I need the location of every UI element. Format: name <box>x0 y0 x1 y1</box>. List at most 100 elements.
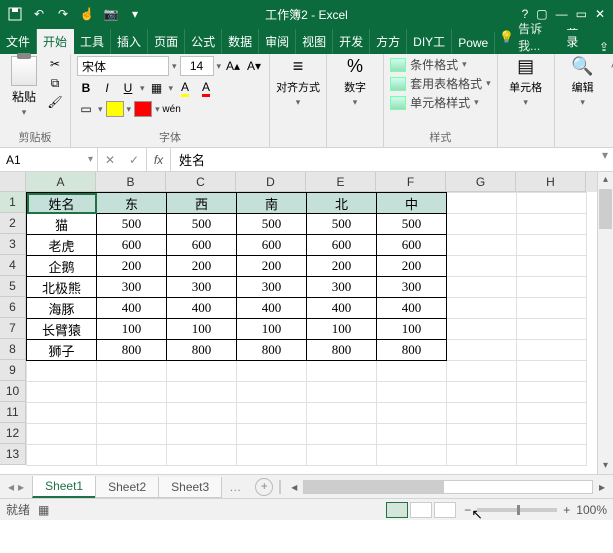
borders-icon[interactable]: ▭ <box>77 100 95 118</box>
cut-icon[interactable]: ✂ <box>46 56 64 72</box>
help-icon[interactable]: ? <box>522 7 529 21</box>
italic-button[interactable]: I <box>98 79 116 97</box>
number-dropdown[interactable]: % 数字 ▾ <box>333 56 377 108</box>
col-header-A[interactable]: A <box>26 172 96 192</box>
scroll-up-icon[interactable]: ▴ <box>598 172 613 188</box>
grow-font-icon[interactable]: A▴ <box>224 57 242 75</box>
cell[interactable] <box>517 445 587 466</box>
cell[interactable]: 海豚 <box>27 298 97 319</box>
cell[interactable]: 600 <box>167 235 237 256</box>
maximize-icon[interactable]: ▭ <box>576 7 587 21</box>
row-header-12[interactable]: 12 <box>0 423 26 444</box>
cell[interactable] <box>307 403 377 424</box>
cell[interactable] <box>27 382 97 403</box>
close-icon[interactable]: ✕ <box>595 7 605 21</box>
macro-record-icon[interactable]: ▦ <box>38 503 49 517</box>
cell[interactable] <box>167 382 237 403</box>
border-button[interactable]: ▦ <box>148 79 166 97</box>
cell[interactable]: 500 <box>377 214 447 235</box>
row-header-7[interactable]: 7 <box>0 318 26 339</box>
paste-button[interactable]: 粘贴 ▾ <box>6 56 42 118</box>
cell[interactable] <box>97 424 167 445</box>
cell[interactable]: 800 <box>97 340 167 361</box>
row-header-6[interactable]: 6 <box>0 297 26 318</box>
col-header-G[interactable]: G <box>446 172 516 192</box>
row-headers[interactable]: 12345678910111213 <box>0 192 26 465</box>
cell[interactable] <box>517 256 587 277</box>
cell[interactable] <box>517 298 587 319</box>
cell[interactable]: 800 <box>237 340 307 361</box>
cells-area[interactable]: 姓名东西南北中猫500500500500500老虎600600600600600… <box>26 192 597 474</box>
enter-formula-icon[interactable]: ✓ <box>122 153 146 167</box>
redo-icon[interactable]: ↷ <box>54 5 72 23</box>
cell[interactable]: 300 <box>307 277 377 298</box>
tab-sq[interactable]: 方方 <box>370 29 407 54</box>
cancel-formula-icon[interactable]: ✕ <box>98 153 122 167</box>
tab-home[interactable]: 开始 <box>37 29 74 54</box>
phonetic-icon[interactable]: wén <box>163 100 181 118</box>
share-icon[interactable]: ⇪ <box>595 40 613 54</box>
fx-icon[interactable]: fx <box>147 148 171 171</box>
zoom-in-icon[interactable]: + <box>563 503 570 517</box>
tab-diy[interactable]: DIY工 <box>407 29 452 54</box>
col-header-D[interactable]: D <box>236 172 306 192</box>
expand-formula-icon[interactable]: ▾ <box>597 148 613 171</box>
cell[interactable] <box>447 403 517 424</box>
add-sheet-button[interactable]: + <box>255 478 273 496</box>
more-sheets-icon[interactable]: … <box>221 480 249 494</box>
cell[interactable]: 300 <box>167 277 237 298</box>
cell[interactable] <box>517 424 587 445</box>
cell[interactable]: 800 <box>307 340 377 361</box>
cell[interactable]: 姓名 <box>27 193 97 214</box>
font-color-button[interactable]: A <box>197 79 215 97</box>
scroll-right-icon[interactable]: ▸ <box>595 480 609 494</box>
row-header-9[interactable]: 9 <box>0 360 26 381</box>
col-header-B[interactable]: B <box>96 172 166 192</box>
tab-dev[interactable]: 开发 <box>333 29 370 54</box>
cell[interactable]: 600 <box>97 235 167 256</box>
camera-icon[interactable]: 📷 <box>102 5 120 23</box>
cell[interactable] <box>27 403 97 424</box>
tab-view[interactable]: 视图 <box>296 29 333 54</box>
font-color-swatch[interactable] <box>134 101 152 117</box>
cell[interactable] <box>97 445 167 466</box>
cell[interactable] <box>447 382 517 403</box>
cell[interactable] <box>307 382 377 403</box>
cell[interactable]: 400 <box>167 298 237 319</box>
cell[interactable]: 企鹅 <box>27 256 97 277</box>
row-header-5[interactable]: 5 <box>0 276 26 297</box>
cell[interactable]: 100 <box>97 319 167 340</box>
tab-nav-next-icon[interactable]: ▸ <box>18 480 24 494</box>
cell[interactable]: 北极熊 <box>27 277 97 298</box>
row-header-13[interactable]: 13 <box>0 444 26 465</box>
cell[interactable] <box>517 235 587 256</box>
cell[interactable] <box>377 424 447 445</box>
fill-color-swatch[interactable] <box>106 101 124 117</box>
font-name-combo[interactable]: 宋体 <box>77 56 169 76</box>
vertical-scrollbar[interactable]: ▴ ▾ <box>597 172 613 474</box>
formula-input[interactable]: 姓名 <box>171 148 597 171</box>
touch-icon[interactable]: ☝ <box>78 5 96 23</box>
sheet-tab-1[interactable]: Sheet1 <box>32 476 96 498</box>
cell[interactable]: 东 <box>97 193 167 214</box>
cell[interactable]: 500 <box>97 214 167 235</box>
cell[interactable] <box>237 382 307 403</box>
zoom-out-icon[interactable]: − <box>464 503 471 517</box>
shrink-font-icon[interactable]: A▾ <box>245 57 263 75</box>
tab-page[interactable]: 页面 <box>148 29 185 54</box>
cell[interactable]: 100 <box>307 319 377 340</box>
cell[interactable] <box>27 424 97 445</box>
zoom-level[interactable]: 100% <box>576 503 607 517</box>
format-painter-icon[interactable]: 🖌 <box>46 94 64 110</box>
cell[interactable]: 100 <box>167 319 237 340</box>
cell[interactable] <box>307 424 377 445</box>
ribbon-options-icon[interactable]: ▢ <box>536 7 547 21</box>
tell-me[interactable]: 💡告诉我... <box>499 20 560 54</box>
cell[interactable]: 300 <box>377 277 447 298</box>
cell[interactable]: 600 <box>307 235 377 256</box>
cell[interactable] <box>447 298 517 319</box>
cell[interactable]: 200 <box>377 256 447 277</box>
cell[interactable]: 500 <box>307 214 377 235</box>
cell[interactable] <box>237 445 307 466</box>
cell[interactable] <box>377 445 447 466</box>
